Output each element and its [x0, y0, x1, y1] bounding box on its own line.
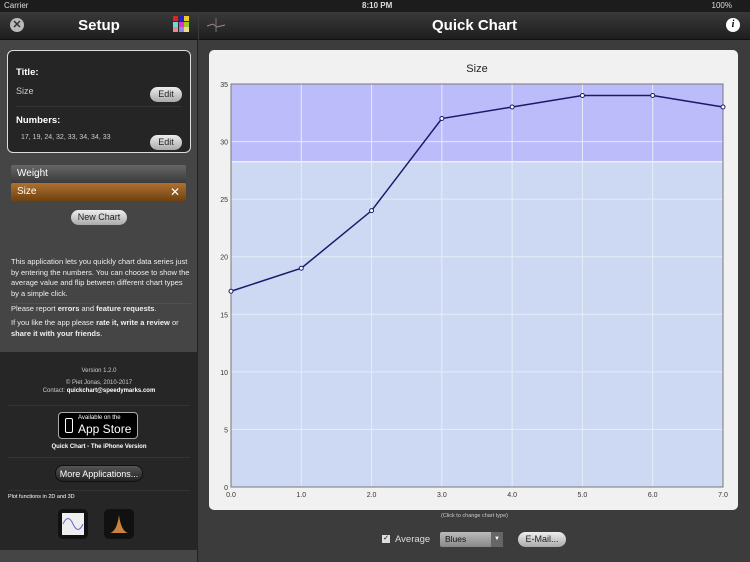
- data-point: [228, 288, 234, 294]
- email-button[interactable]: E-Mail...: [518, 532, 566, 547]
- numbers-label: Numbers:: [16, 115, 61, 126]
- y-tick-label: 30: [220, 140, 228, 147]
- chevron-down-icon: ▼: [491, 532, 503, 547]
- info-icon[interactable]: i: [726, 18, 740, 32]
- delete-icon[interactable]: ✕: [170, 183, 180, 201]
- x-tick-label: 3.0: [437, 492, 447, 499]
- chart-item-size[interactable]: Size ✕: [11, 183, 186, 201]
- x-tick-label: 0.0: [226, 492, 236, 499]
- y-tick-label: 20: [220, 255, 228, 262]
- iphone-version-text: Quick Chart - The iPhone Version: [51, 444, 147, 450]
- appstore-big-text: App Store: [78, 422, 132, 436]
- y-tick-label: 0: [224, 485, 228, 492]
- chart-item-weight[interactable]: Weight: [11, 165, 186, 183]
- x-tick-label: 7.0: [718, 492, 728, 499]
- title-value: Size: [16, 86, 34, 96]
- chart-title: Size: [466, 63, 487, 75]
- time: 8:10 PM: [362, 1, 393, 10]
- share-link[interactable]: share it with your friends: [11, 329, 100, 338]
- y-tick-label: 15: [220, 312, 228, 319]
- y-tick-label: 10: [220, 370, 228, 377]
- main-area: 0 5 10 15 20 25 30 35 0.0 1.0 2.0 3.0 4.0 5.0 6.0 7.0 Si…: [199, 40, 750, 562]
- y-tick-label: 25: [220, 197, 228, 204]
- contact-email-link[interactable]: quickchart@speedymarks.com: [67, 388, 156, 394]
- average-checkbox[interactable]: ✓: [382, 535, 390, 543]
- appstore-small-text: Available on the: [78, 415, 121, 421]
- x-tick-label: 6.0: [648, 492, 658, 499]
- chart-card[interactable]: 0 5 10 15 20 25 30 35 0.0 1.0 2.0 3.0 4.0 5.0 6.0 7.0 Si…: [209, 50, 738, 510]
- rate-text: If you like the app please rate it, writ…: [11, 318, 179, 338]
- chart-settings-panel: Title: Size Edit Numbers: 17, 19, 24, 32…: [7, 50, 191, 153]
- palette-value: Blues: [445, 534, 467, 544]
- setup-title: Setup: [78, 17, 120, 34]
- plot-functions-text: Plot functions in 2D and 3D: [8, 494, 75, 500]
- data-point: [439, 116, 445, 122]
- line-chart[interactable]: 0 5 10 15 20 25 30 35 0.0 1.0 2.0 3.0 4.0 5.0 6.0 7.0 Si…: [209, 50, 738, 510]
- title-label: Title:: [16, 67, 39, 78]
- status-bar: Carrier 8:10 PM 100%: [0, 0, 750, 12]
- main-header: Quick Chart i: [199, 12, 750, 40]
- data-point: [720, 104, 726, 110]
- errors-link[interactable]: errors: [58, 304, 80, 313]
- info-text: This application lets you quickly chart …: [11, 257, 190, 298]
- more-applications-button[interactable]: More Applications...: [55, 465, 143, 482]
- chart-item-label: Size: [17, 186, 37, 197]
- x-tick-label: 1.0: [296, 492, 306, 499]
- palette-select[interactable]: Blues ▼: [440, 532, 503, 547]
- data-point: [650, 93, 656, 99]
- color-grid-icon[interactable]: [173, 16, 189, 32]
- about-section: Version 1.2.0 © Piet Jonas, 2010-2017 Co…: [0, 352, 198, 550]
- y-tick-label: 5: [224, 427, 228, 434]
- numbers-value: 17, 19, 24, 32, 33, 34, 34, 33: [21, 134, 111, 141]
- new-chart-button[interactable]: New Chart: [71, 210, 127, 225]
- carrier: Carrier: [4, 1, 29, 10]
- battery: 100%: [711, 1, 732, 10]
- chart-hint: (Click to change chart type): [441, 513, 508, 519]
- average-label: Average: [395, 534, 431, 545]
- edit-numbers-button[interactable]: Edit: [150, 135, 182, 150]
- setup-header: Setup ✕: [0, 12, 198, 40]
- data-point: [509, 104, 515, 110]
- close-icon[interactable]: ✕: [10, 18, 24, 32]
- plot-2d-app-icon[interactable]: [58, 509, 88, 539]
- main-title: Quick Chart: [431, 17, 518, 34]
- copyright: © Piet Jonas, 2010-2017: [65, 380, 133, 386]
- phone-icon: [65, 418, 73, 433]
- data-point: [298, 265, 304, 271]
- data-point: [369, 208, 375, 214]
- x-tick-label: 4.0: [507, 492, 517, 499]
- y-tick-label: 35: [220, 82, 228, 89]
- plot-3d-app-icon[interactable]: [104, 509, 134, 539]
- x-tick-label: 5.0: [578, 492, 588, 499]
- rate-link[interactable]: rate it, write a review: [96, 318, 170, 327]
- report-text: Please report errors and feature request…: [11, 303, 191, 315]
- x-tick-label: 2.0: [367, 492, 377, 499]
- data-point: [579, 93, 585, 99]
- app-store-badge[interactable]: Available on the App Store: [58, 412, 138, 439]
- version: Version 1.2.0: [81, 368, 117, 374]
- contact: Contact: quickchart@speedymarks.com: [42, 388, 156, 394]
- chart-type-icon[interactable]: [206, 18, 226, 37]
- feature-requests-link[interactable]: feature requests: [96, 304, 154, 313]
- edit-title-button[interactable]: Edit: [150, 87, 182, 102]
